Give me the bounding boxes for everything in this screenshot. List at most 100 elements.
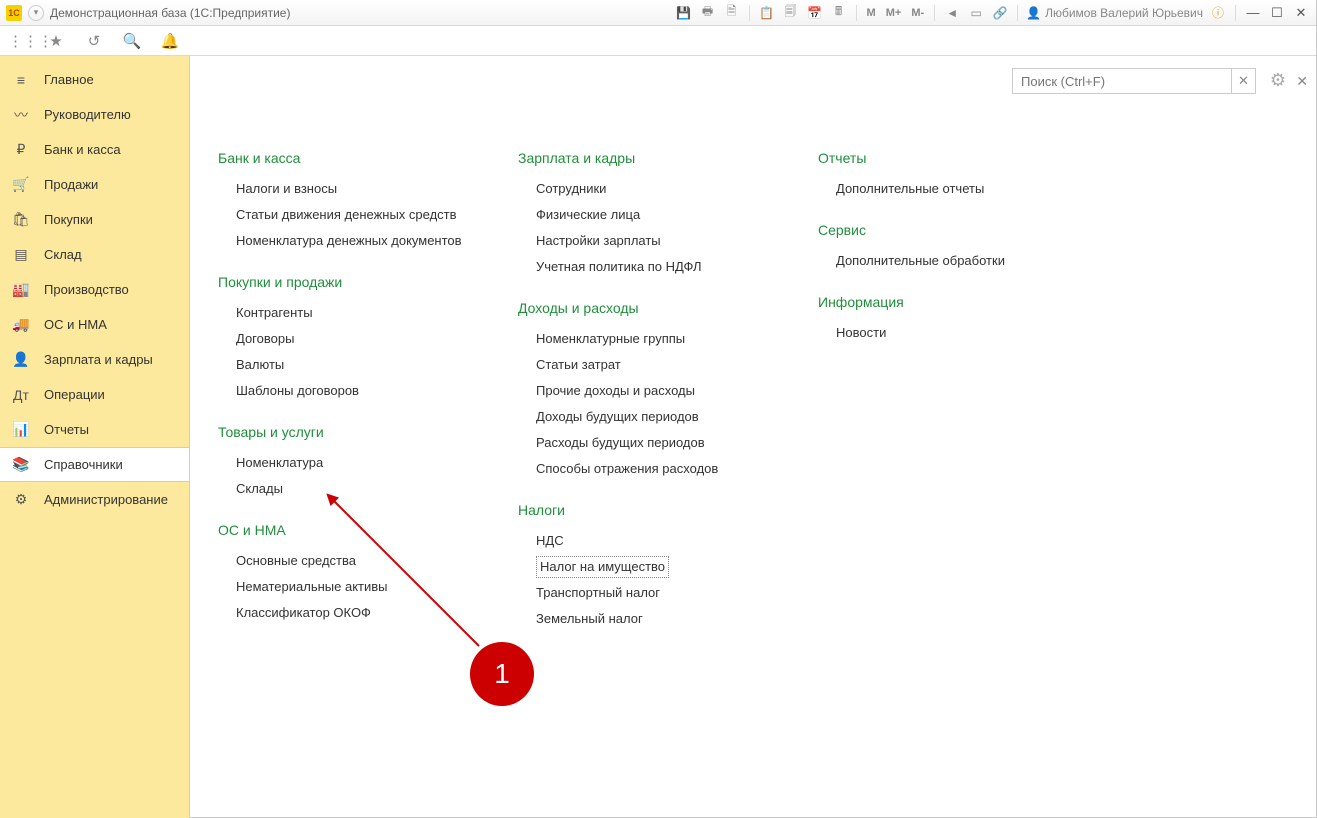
group-head[interactable]: Сервис <box>818 222 1068 238</box>
group: Отчеты Дополнительные отчеты <box>818 150 1068 202</box>
hr-icon: 👤 <box>12 351 30 368</box>
maximize-button[interactable]: ☐ <box>1268 5 1286 21</box>
group-head[interactable]: Налоги <box>518 502 768 518</box>
user-icon: 👤 <box>1026 6 1041 20</box>
group: Банк и касса Налоги и взносыСтатьи движен… <box>218 150 468 254</box>
menu-item[interactable]: Доходы будущих периодов <box>536 404 768 430</box>
mplus-button[interactable]: М+ <box>884 7 904 19</box>
menu-item[interactable]: Классификатор ОКОФ <box>236 600 468 626</box>
group: Товары и услуги НоменклатураСклады <box>218 424 468 502</box>
group: Сервис Дополнительные обработки <box>818 222 1068 274</box>
menu-item[interactable]: Номенклатура денежных документов <box>236 228 468 254</box>
sidebar-item-production[interactable]: 🏭Производство <box>0 272 189 307</box>
menu-item[interactable]: Статьи движения денежных средств <box>236 202 468 228</box>
menu-item[interactable]: Валюты <box>236 352 468 378</box>
menu-item[interactable]: Контрагенты <box>236 300 468 326</box>
bank-icon: ₽ <box>12 141 30 158</box>
sidebar-item-hr[interactable]: 👤 Зарплата и кадры <box>0 342 189 377</box>
group-head[interactable]: Отчеты <box>818 150 1068 166</box>
sidebar-item-manager[interactable]: 〰Руководителю <box>0 97 189 132</box>
sidebar-item-bank[interactable]: ₽Банк и касса <box>0 132 189 167</box>
menu-item[interactable]: Способы отражения расходов <box>536 456 768 482</box>
clipboard-icon[interactable]: 📋 <box>758 4 776 22</box>
copy-icon[interactable]: 🗐 <box>782 4 800 22</box>
gear-icon[interactable]: ⚙ <box>1270 70 1286 91</box>
group: Информация Новости <box>818 294 1068 346</box>
history-icon[interactable]: ↺ <box>84 32 104 50</box>
sidebar-item-sales[interactable]: 🛒Продажи <box>0 167 189 202</box>
menu-item[interactable]: Физические лица <box>536 202 768 228</box>
back-icon[interactable]: ◄ <box>943 4 961 22</box>
menu-item[interactable]: НДС <box>536 528 768 554</box>
reports-icon: 📊 <box>12 421 30 438</box>
info-icon[interactable]: ⓘ <box>1209 4 1227 22</box>
sidebar-item-main[interactable]: ≡Главное <box>0 62 189 97</box>
group-head[interactable]: Зарплата и кадры <box>518 150 768 166</box>
search-input[interactable] <box>1012 68 1232 94</box>
menu-item[interactable]: Номенклатура <box>236 450 468 476</box>
menu-item[interactable]: Шаблоны договоров <box>236 378 468 404</box>
group-head[interactable]: ОС и НМА <box>218 522 468 538</box>
print-preview-icon[interactable]: 🗎 <box>723 4 741 22</box>
close-button[interactable]: ✕ <box>1292 5 1310 21</box>
group: Зарплата и кадры СотрудникиФизические лиц… <box>518 150 768 280</box>
bell-icon[interactable]: 🔔 <box>160 32 180 50</box>
sidebar: ≡Главное〰Руководителю₽Банк и касса🛒Прода… <box>0 56 190 818</box>
purchases-icon: 🛍 <box>12 211 30 228</box>
menu-item[interactable]: Транспортный налог <box>536 580 768 606</box>
group-head[interactable]: Доходы и расходы <box>518 300 768 316</box>
minimize-button[interactable]: — <box>1244 5 1262 20</box>
group: Доходы и расходы Номенклатурные группыСта… <box>518 300 768 482</box>
sidebar-item-purchases[interactable]: 🛍Покупки <box>0 202 189 237</box>
search-clear-button[interactable]: ✕ <box>1232 68 1256 94</box>
sidebar-item-directories[interactable]: 📚Справочники <box>0 447 189 482</box>
user-block[interactable]: 👤 Любимов Валерий Юрьевич <box>1026 6 1203 20</box>
calendar-icon[interactable]: 📅 <box>806 4 824 22</box>
group-head[interactable]: Банк и касса <box>218 150 468 166</box>
group-head[interactable]: Покупки и продажи <box>218 274 468 290</box>
menu-item[interactable]: Учетная политика по НДФЛ <box>536 254 768 280</box>
menu-item[interactable]: Дополнительные обработки <box>836 248 1068 274</box>
print-icon[interactable]: 🖶 <box>699 4 717 22</box>
menu-item[interactable]: Статьи затрат <box>536 352 768 378</box>
menu-item[interactable]: Настройки зарплаты <box>536 228 768 254</box>
menu-item[interactable]: Новости <box>836 320 1068 346</box>
m-button[interactable]: М <box>865 7 878 19</box>
save-icon[interactable]: 💾 <box>675 4 693 22</box>
sidebar-item-assets[interactable]: 🚚ОС и НМА <box>0 307 189 342</box>
sidebar-item-label: ОС и НМА <box>44 317 107 332</box>
mminus-button[interactable]: М- <box>909 7 926 19</box>
link-icon[interactable]: 🔗 <box>991 4 1009 22</box>
search-icon[interactable]: 🔍 <box>122 32 142 50</box>
window-list-icon[interactable]: ▭ <box>967 4 985 22</box>
menu-item[interactable]: Договоры <box>236 326 468 352</box>
sidebar-item-label: Зарплата и кадры <box>44 352 153 367</box>
search-wrap: ✕ <box>1012 68 1256 94</box>
menu-item[interactable]: Расходы будущих периодов <box>536 430 768 456</box>
sidebar-item-label: Склад <box>44 247 82 262</box>
calc-icon[interactable]: 🖩 <box>830 4 848 22</box>
dropdown-icon[interactable]: ▾ <box>28 5 44 21</box>
menu-item[interactable]: Земельный налог <box>536 606 768 632</box>
sidebar-item-warehouse[interactable]: ▤Склад <box>0 237 189 272</box>
menu-item[interactable]: Склады <box>236 476 468 502</box>
sidebar-item-reports[interactable]: 📊Отчеты <box>0 412 189 447</box>
menu-item[interactable]: Номенклатурные группы <box>536 326 768 352</box>
group-head[interactable]: Информация <box>818 294 1068 310</box>
sidebar-item-admin[interactable]: ⚙Администрирование <box>0 482 189 517</box>
panel-close-icon[interactable]: ✕ <box>1296 73 1308 90</box>
menu-item[interactable]: Дополнительные отчеты <box>836 176 1068 202</box>
menu-item[interactable]: Налоги и взносы <box>236 176 468 202</box>
group: Налоги НДСНалог на имуществоТранспортный … <box>518 502 768 632</box>
menu-item[interactable]: Налог на имущество <box>536 556 669 578</box>
menu-item[interactable]: Сотрудники <box>536 176 768 202</box>
sidebar-item-operations[interactable]: ДтОперации <box>0 377 189 412</box>
window-title: Демонстрационная база (1С:Предприятие) <box>50 6 290 20</box>
menu-item[interactable]: Нематериальные активы <box>236 574 468 600</box>
menu-item[interactable]: Основные средства <box>236 548 468 574</box>
group-head[interactable]: Товары и услуги <box>218 424 468 440</box>
menu-item[interactable]: Прочие доходы и расходы <box>536 378 768 404</box>
star-icon[interactable]: ★ <box>46 32 66 50</box>
directories-icon: 📚 <box>12 456 30 473</box>
apps-icon[interactable]: ⋮⋮⋮ <box>8 32 28 50</box>
